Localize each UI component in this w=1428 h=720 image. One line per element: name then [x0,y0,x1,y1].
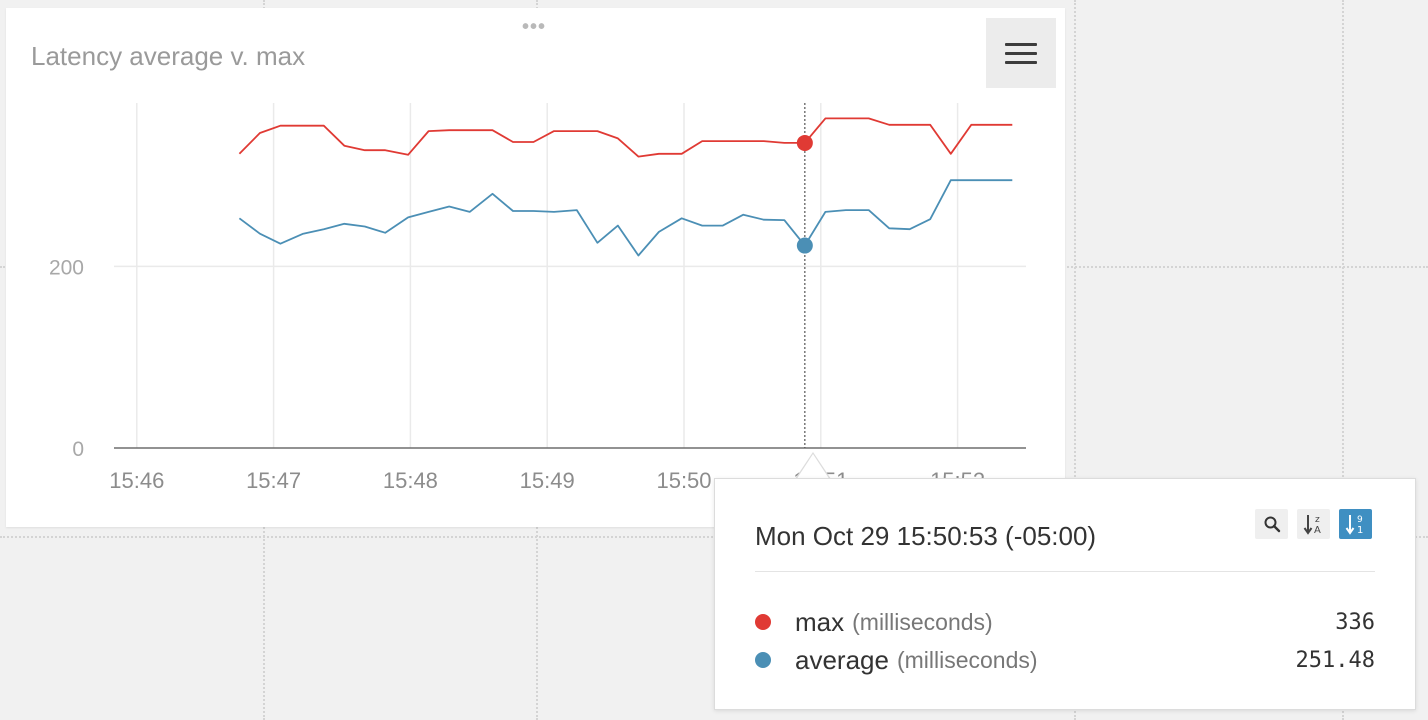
series-color-dot [755,652,771,668]
svg-text:1: 1 [1357,525,1363,536]
series-name: max [795,606,845,637]
series-name: average [795,644,889,675]
chart-panel: ••• Latency average v. max 15:46 15:47 15:… [6,8,1065,527]
sort-alpha-button[interactable]: z A [1297,509,1330,539]
tooltip-toolbar: z A 9 1 [1255,509,1372,539]
x-tick-label: 15:50 [656,468,711,493]
series-value: 336 [1335,609,1375,635]
y-tick-label: 200 [49,256,84,279]
svg-text:z: z [1315,515,1320,525]
series-unit: (milliseconds) [852,608,993,635]
series-unit: (milliseconds) [896,646,1038,673]
line-chart[interactable]: 15:4615:4715:4815:4915:5015:5115:520200 [6,8,1065,527]
x-tick-label: 15:49 [520,468,575,493]
tooltip-arrow-fill [796,454,830,480]
tooltip-row-max: max (milliseconds) 336 [755,605,1375,639]
svg-text:9: 9 [1357,515,1363,525]
hover-point-average [796,237,813,254]
hover-point-max [796,134,813,151]
series-line-max [238,117,1013,158]
y-tick-label: 0 [72,438,84,461]
x-tick-label: 15:46 [109,468,164,493]
tooltip-row-average: average (milliseconds) 251.48 [755,643,1375,677]
x-tick-label: 15:48 [383,468,438,493]
x-tick-label: 15:47 [246,468,301,493]
sort-alpha-icon: z A [1303,515,1321,536]
search-button[interactable] [1255,509,1288,539]
svg-text:A: A [1314,525,1321,536]
sort-numeric-icon: 9 1 [1345,515,1363,536]
tooltip-divider [755,571,1375,572]
series-color-dot [755,614,771,630]
series-line-average [238,179,1013,257]
search-icon [1264,516,1280,533]
sort-numeric-button[interactable]: 9 1 [1339,509,1372,539]
series-value: 251.48 [1295,647,1375,673]
hover-tooltip: Mon Oct 29 15:50:53 (-05:00) z A 9 1 max… [714,478,1416,710]
tooltip-datetime: Mon Oct 29 15:50:53 (-05:00) [755,521,1097,551]
